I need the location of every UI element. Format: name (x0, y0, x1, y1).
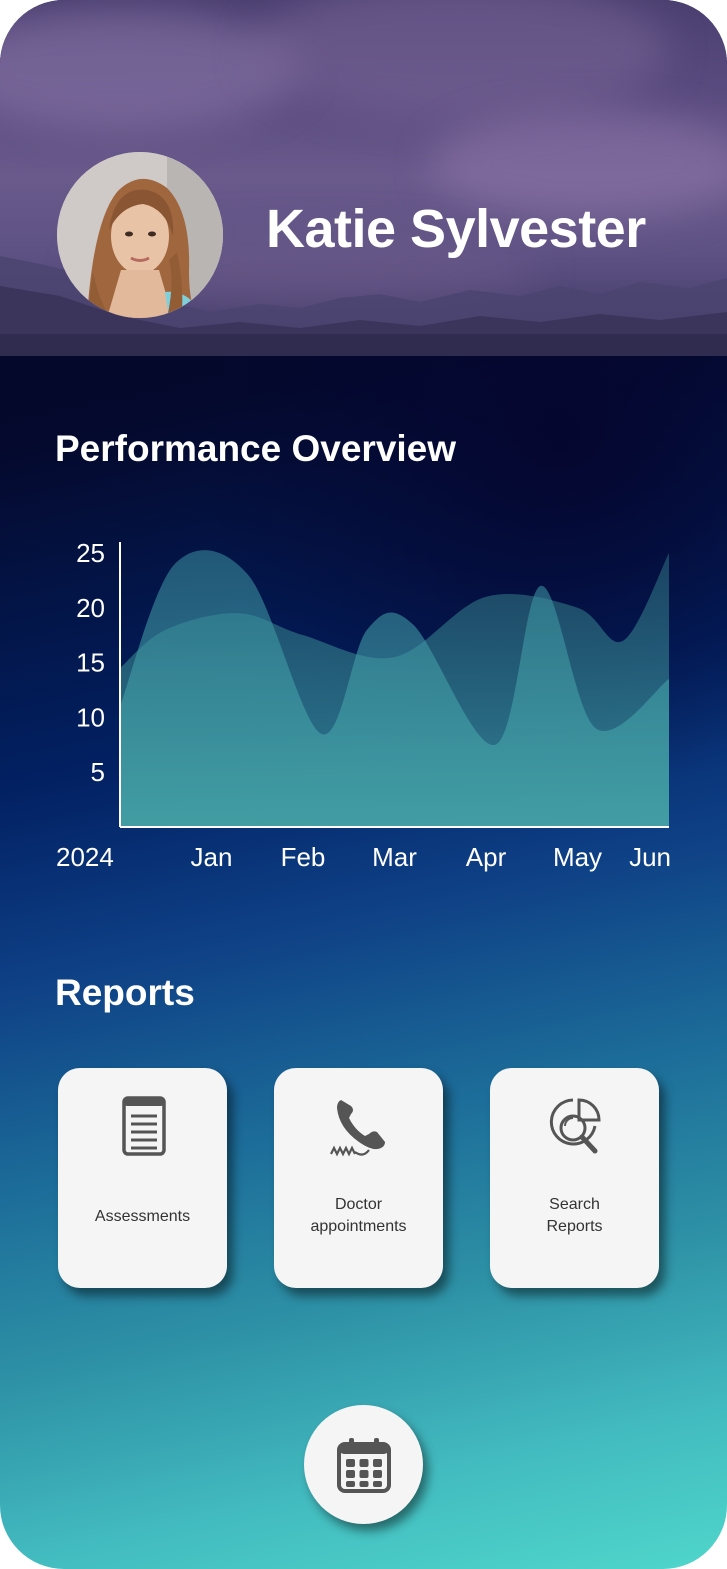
phone-icon (329, 1100, 385, 1157)
reports-title: Reports (55, 972, 195, 1013)
chart-plot-area (120, 550, 669, 827)
cloud-shape (0, 10, 300, 130)
y-tick-label: 5 (91, 757, 105, 787)
y-tick-label: 25 (76, 538, 105, 568)
calendar-icon (337, 1438, 391, 1493)
x-tick-label: Jan (191, 842, 233, 872)
calendar-button[interactable] (304, 1405, 423, 1524)
performance-title: Performance Overview (55, 428, 457, 469)
search-report-icon (549, 1098, 601, 1154)
x-tick-label: Jun (629, 842, 671, 872)
x-tick-label: Mar (372, 842, 417, 872)
doctor-appointments-label: Doctor appointments (310, 1196, 407, 1235)
search-reports-card[interactable]: Search Reports (490, 1068, 659, 1288)
avatar[interactable] (57, 152, 223, 318)
user-name: Katie Sylvester (266, 199, 646, 259)
document-icon (121, 1096, 166, 1156)
user-photo-icon (57, 152, 223, 318)
doctor-appointments-card[interactable]: Doctor appointments (274, 1068, 443, 1288)
y-tick-label: 20 (76, 593, 105, 623)
performance-chart: 25 20 15 10 5 2024 Jan Feb Mar Apr May Jun (56, 538, 671, 872)
x-tick-label: 2024 (56, 842, 114, 872)
x-tick-label: May (553, 842, 602, 872)
assessments-label: Assessments (94, 1208, 191, 1225)
app-screen: Katie Sylvester Performance Overview 25 2… (0, 0, 727, 1569)
assessments-card[interactable]: Assessments (58, 1068, 227, 1288)
y-tick-label: 10 (76, 702, 105, 732)
profile-header: Katie Sylvester (0, 0, 727, 356)
search-reports-label: Search Reports (546, 1196, 603, 1235)
cloud-shape (250, 0, 670, 120)
x-tick-label: Apr (466, 842, 507, 872)
y-tick-label: 15 (76, 648, 105, 678)
x-tick-label: Feb (281, 842, 326, 872)
